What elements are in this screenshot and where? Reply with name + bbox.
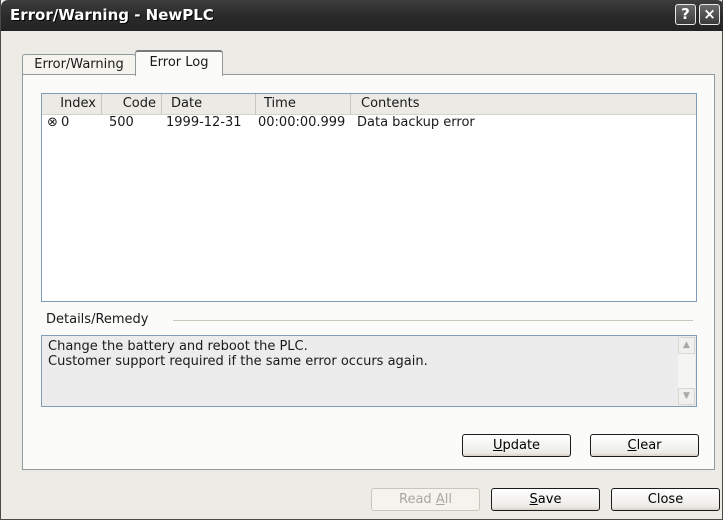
- title-bar[interactable]: Error/Warning - NewPLC ? ×: [1, 0, 723, 31]
- tab-error-warning[interactable]: Error/Warning: [22, 54, 136, 75]
- save-label-key: S: [529, 492, 538, 507]
- error-log-list[interactable]: Index Code Date Time Contents ⊗ 0 500 19…: [41, 93, 697, 302]
- column-label-contents: Contents: [361, 96, 420, 111]
- read-all-button[interactable]: Read All: [371, 488, 480, 511]
- window-title: Error/Warning - NewPLC: [10, 6, 214, 24]
- column-label-date: Date: [171, 96, 203, 111]
- column-label-time: Time: [264, 96, 296, 111]
- details-text: Change the battery and reboot the PLC. C…: [48, 339, 428, 369]
- close-window-button[interactable]: ×: [699, 4, 720, 25]
- close-button-label: Close: [647, 492, 684, 507]
- group-divider: [173, 320, 693, 321]
- clear-label-key: C: [627, 438, 637, 453]
- tab-error-log[interactable]: Error Log: [135, 50, 223, 76]
- read-all-label-key: A: [435, 492, 445, 507]
- column-label-index: Index: [60, 96, 96, 111]
- update-button[interactable]: Update: [462, 434, 571, 457]
- details-scrollbar[interactable]: ▲ ▼: [678, 337, 695, 405]
- error-icon: ⊗: [47, 115, 58, 130]
- scroll-down-icon[interactable]: ▼: [678, 388, 695, 405]
- row-contents: Data backup error: [357, 115, 475, 130]
- tab-error-log-label: Error Log: [149, 55, 209, 70]
- read-all-label-post: ll: [444, 492, 452, 507]
- row-code: 500: [109, 115, 134, 130]
- list-header: Index Code Date Time Contents: [42, 94, 696, 115]
- clear-button[interactable]: Clear: [590, 434, 699, 457]
- table-row[interactable]: ⊗ 0 500 1999-12-31 00:00:00.999 Data bac…: [42, 115, 696, 131]
- column-header-code[interactable]: Code: [102, 94, 162, 114]
- row-time: 00:00:00.999: [258, 115, 346, 130]
- save-button[interactable]: Save: [491, 488, 600, 511]
- column-header-index[interactable]: Index: [42, 94, 102, 114]
- dialog-window: Error/Warning - NewPLC ? × Error/Warning…: [0, 0, 723, 520]
- update-label-post: pdate: [502, 438, 541, 453]
- tab-error-warning-label: Error/Warning: [34, 57, 124, 72]
- column-header-contents[interactable]: Contents: [351, 94, 696, 114]
- column-header-date[interactable]: Date: [162, 94, 256, 114]
- row-date: 1999-12-31: [166, 115, 242, 130]
- save-label-post: ave: [537, 492, 562, 507]
- column-label-code: Code: [122, 96, 156, 111]
- help-icon: ?: [681, 5, 690, 23]
- details-group-label: Details/Remedy: [46, 312, 149, 327]
- read-all-label-pre: Read: [399, 492, 436, 507]
- details-textarea[interactable]: Change the battery and reboot the PLC. C…: [41, 335, 697, 407]
- help-button[interactable]: ?: [675, 4, 696, 25]
- close-button[interactable]: Close: [611, 488, 720, 511]
- clear-label-post: lear: [636, 438, 662, 453]
- column-header-time[interactable]: Time: [256, 94, 351, 114]
- row-index: 0: [61, 115, 70, 130]
- close-icon: ×: [703, 5, 716, 23]
- scroll-up-icon[interactable]: ▲: [678, 337, 695, 354]
